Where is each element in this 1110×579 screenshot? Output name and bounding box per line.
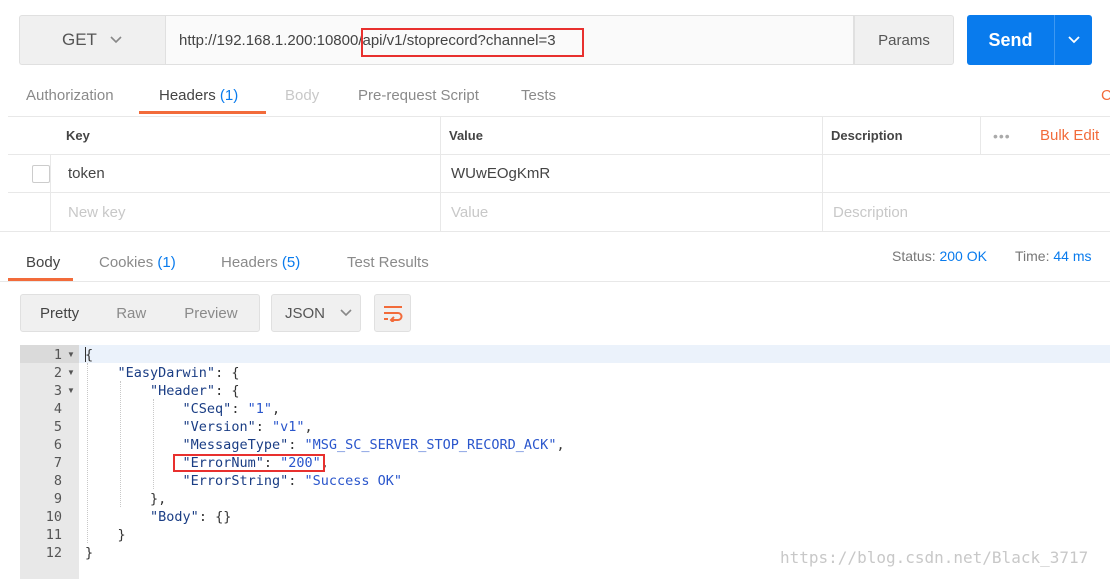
send-label: Send — [988, 29, 1033, 50]
tab-headers[interactable]: Headers (1) — [159, 87, 238, 104]
tab-pre-request-script[interactable]: Pre-request Script — [358, 87, 479, 104]
view-mode-toggle: Pretty Raw Preview — [20, 294, 260, 332]
code-line: "CSeq": "1", — [182, 401, 281, 417]
bulk-edit-button[interactable]: Bulk Edit — [1040, 117, 1099, 154]
line-number: 8 — [53, 473, 62, 489]
line-number: 1 — [53, 347, 62, 363]
code-line: } — [85, 545, 94, 561]
code-line: "MessageType": "MSG_SC_SERVER_STOP_RECOR… — [182, 437, 565, 453]
response-tab-test-results[interactable]: Test Results — [347, 254, 429, 271]
wrap-lines-icon — [383, 306, 402, 322]
code-line: "Header": { — [150, 383, 240, 399]
time-value: 44 ms — [1053, 248, 1092, 264]
line-number: 6 — [53, 437, 62, 453]
response-tab-headers[interactable]: Headers (5) — [221, 254, 300, 271]
col-key-header: Key — [66, 128, 90, 143]
code-line: "ErrorString": "Success OK" — [182, 473, 403, 489]
send-button[interactable]: Send — [967, 15, 1092, 65]
error-num-annotation-box — [173, 454, 325, 472]
text-cursor — [85, 347, 86, 362]
tab-tests[interactable]: Tests — [521, 87, 556, 104]
table-header-row: Key Value Description ••• Bulk Edit — [8, 117, 1110, 155]
col-description-header: Description — [831, 128, 903, 143]
line-number-gutter: 1 ▼ 2 ▼ 3 ▼ 4 5 6 7 8 9 10 11 12 — [20, 345, 79, 579]
chevron-down-icon — [1067, 36, 1080, 44]
line-number: 9 — [53, 491, 62, 507]
header-key-cell[interactable]: token — [68, 155, 105, 192]
params-button[interactable]: Params — [854, 15, 954, 65]
tab-authorization[interactable]: Authorization — [26, 87, 114, 104]
line-number: 10 — [45, 509, 62, 525]
new-description-input[interactable]: Description — [833, 193, 908, 231]
headers-table: Key Value Description ••• Bulk Edit toke… — [8, 116, 1110, 231]
code-editor[interactable]: { "EasyDarwin": { "Header": { "CSeq": "1… — [79, 345, 1110, 579]
view-pretty-button[interactable]: Pretty — [21, 305, 79, 322]
cookies-link[interactable]: C — [1101, 87, 1110, 104]
response-tab-cookies[interactable]: Cookies (1) — [99, 254, 176, 271]
format-label: JSON — [285, 304, 326, 322]
active-tab-indicator — [139, 111, 266, 114]
line-number: 2 — [53, 365, 62, 381]
line-number: 3 — [53, 383, 62, 399]
tab-body[interactable]: Body — [285, 87, 319, 104]
code-line: "EasyDarwin": { — [117, 365, 240, 381]
send-options-button[interactable] — [1055, 33, 1092, 47]
code-line: "Body": {} — [150, 509, 232, 525]
header-value-cell[interactable]: WUwEOgKmR — [451, 155, 550, 192]
watermark: https://blog.csdn.net/Black_3717 — [780, 548, 1089, 567]
fold-arrow-icon[interactable]: ▼ — [67, 368, 75, 377]
url-annotation-box — [361, 28, 584, 57]
view-preview-button[interactable]: Preview — [146, 305, 237, 322]
line-number: 12 — [45, 545, 62, 561]
row-checkbox[interactable] — [32, 164, 50, 183]
table-row-new: New key Value Description — [8, 193, 1110, 231]
code-line: { — [85, 347, 94, 363]
table-row: token WUwEOgKmR — [8, 155, 1110, 193]
chevron-down-icon — [110, 36, 122, 44]
code-line: }, — [85, 491, 167, 507]
line-number: 5 — [53, 419, 62, 435]
line-number: 11 — [45, 527, 62, 543]
status-readout: Status: 200 OK — [892, 248, 987, 264]
url-input[interactable]: http://192.168.1.200:10800/api/v1/stopre… — [165, 15, 854, 65]
new-value-input[interactable]: Value — [451, 193, 488, 231]
method-select[interactable]: GET — [19, 15, 165, 65]
more-options-icon[interactable]: ••• — [993, 117, 1011, 154]
new-key-input[interactable]: New key — [68, 193, 126, 231]
request-tabs: Authorization Headers (1) Body Pre-reque… — [0, 79, 1110, 116]
fold-arrow-icon[interactable]: ▼ — [67, 350, 75, 359]
fold-arrow-icon[interactable]: ▼ — [67, 386, 75, 395]
time-readout: Time: 44 ms — [1015, 248, 1092, 264]
line-number: 7 — [53, 455, 62, 471]
line-number: 4 — [53, 401, 62, 417]
chevron-down-icon — [340, 309, 352, 317]
method-label: GET — [62, 30, 97, 49]
code-line: "Version": "v1", — [182, 419, 313, 435]
format-select[interactable]: JSON — [271, 294, 361, 332]
wrap-lines-button[interactable] — [374, 294, 411, 332]
col-value-header: Value — [449, 128, 483, 143]
code-line: } — [85, 527, 126, 543]
response-tab-body[interactable]: Body — [26, 254, 60, 271]
view-raw-button[interactable]: Raw — [79, 305, 146, 322]
status-value: 200 OK — [939, 248, 987, 264]
